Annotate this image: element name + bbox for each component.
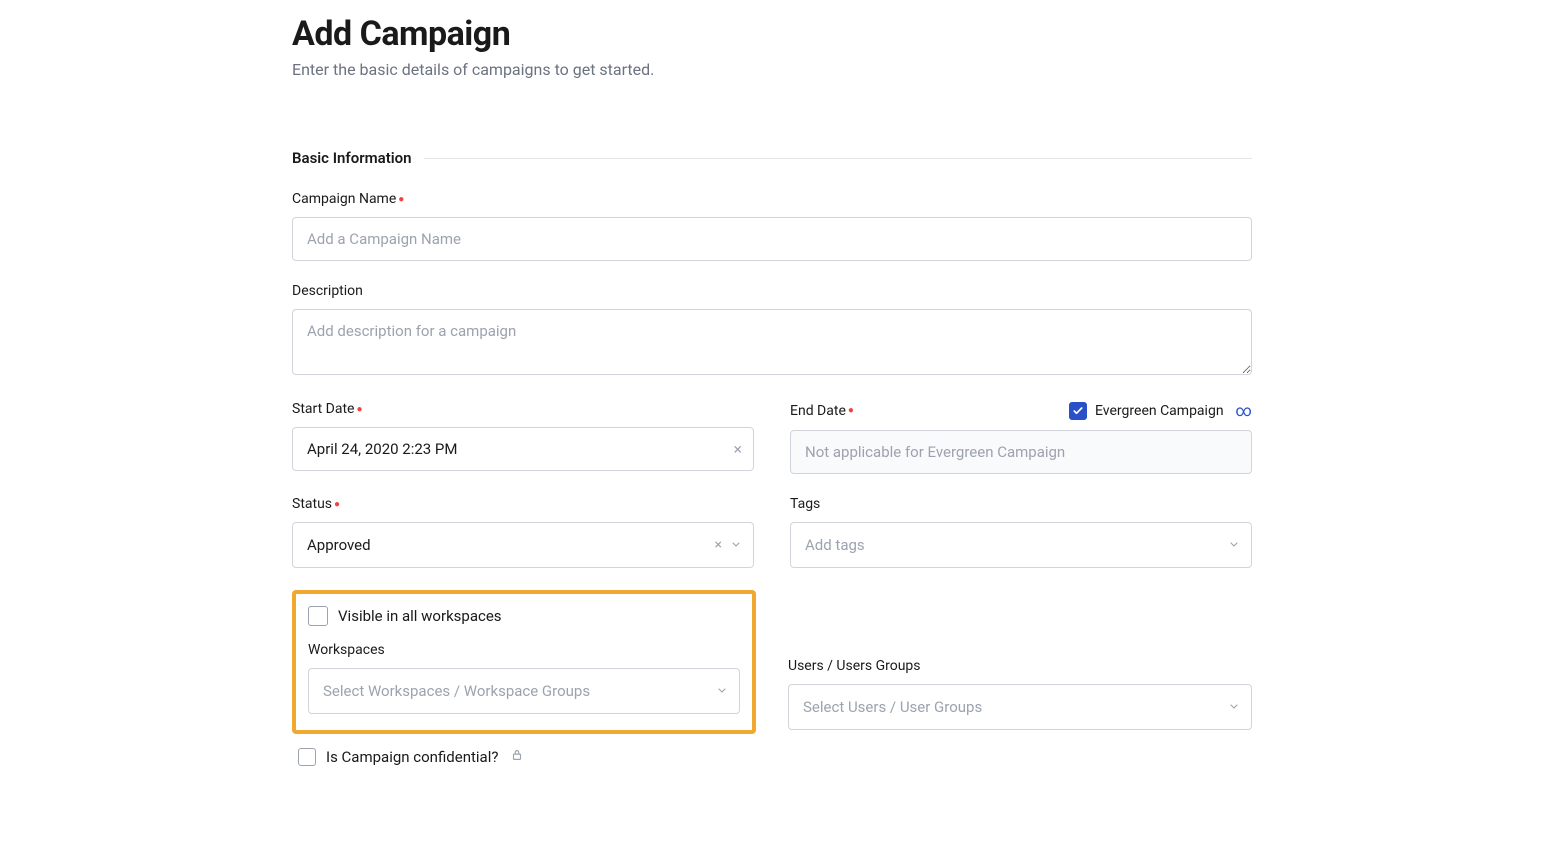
clear-icon[interactable]: × [733, 440, 742, 459]
lock-icon [510, 748, 524, 766]
start-date-label: Start Date● [292, 401, 754, 417]
confidential-checkbox[interactable]: Is Campaign confidential? [292, 748, 1252, 766]
tags-label: Tags [790, 496, 1252, 512]
workspaces-label: Workspaces [308, 642, 740, 658]
visible-all-label: Visible in all workspaces [338, 607, 502, 625]
end-date-input [790, 430, 1252, 474]
description-input[interactable] [292, 309, 1252, 375]
status-label: Status● [292, 496, 754, 512]
required-indicator: ● [398, 194, 404, 205]
confidential-label: Is Campaign confidential? [326, 748, 498, 766]
start-date-input[interactable] [292, 427, 754, 471]
campaign-name-input[interactable] [292, 217, 1252, 261]
checkbox-icon [1069, 402, 1087, 420]
divider [424, 158, 1252, 159]
visible-all-workspaces-checkbox[interactable]: Visible in all workspaces [308, 606, 740, 626]
campaign-name-label: Campaign Name● [292, 191, 1252, 207]
page-subtitle: Enter the basic details of campaigns to … [292, 60, 1252, 79]
page-title: Add Campaign [292, 14, 1252, 54]
users-groups-label: Users / Users Groups [788, 658, 1252, 674]
workspaces-highlighted-section: Visible in all workspaces Workspaces Sel… [292, 590, 756, 734]
end-date-label: End Date● [790, 403, 854, 419]
clear-icon[interactable]: × [715, 537, 722, 553]
required-indicator: ● [356, 404, 362, 415]
evergreen-checkbox[interactable]: Evergreen Campaign ∞ [1069, 401, 1252, 420]
workspaces-select[interactable]: Select Workspaces / Workspace Groups [308, 668, 740, 714]
tags-select[interactable]: Add tags [790, 522, 1252, 568]
description-label: Description [292, 283, 1252, 299]
required-indicator: ● [848, 405, 854, 416]
required-indicator: ● [334, 499, 340, 510]
checkbox-icon [298, 748, 316, 766]
section-label: Basic Information [292, 149, 412, 167]
users-groups-select[interactable]: Select Users / User Groups [788, 684, 1252, 730]
evergreen-label: Evergreen Campaign [1095, 403, 1224, 419]
status-select[interactable]: Approved [292, 522, 754, 568]
checkbox-icon [308, 606, 328, 626]
infinity-icon: ∞ [1236, 401, 1252, 420]
section-basic-information: Basic Information [292, 149, 1252, 167]
